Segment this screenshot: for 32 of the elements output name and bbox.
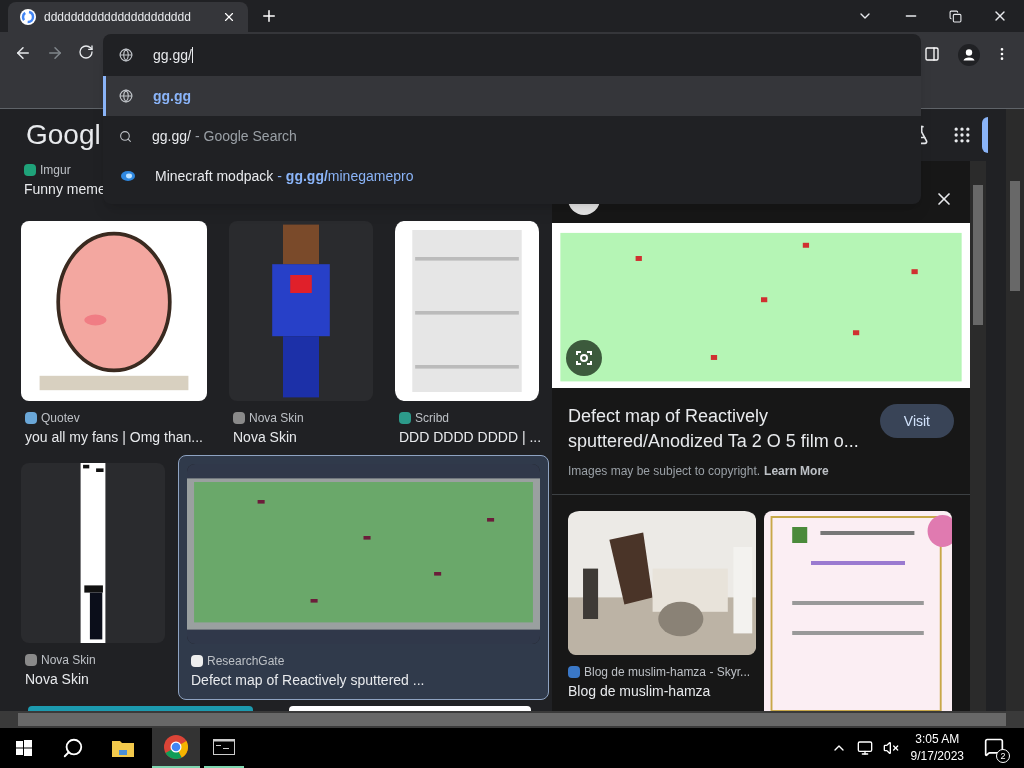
copyright-notice: Images may be subject to copyright.: [568, 463, 761, 480]
suggestion-item[interactable]: Minecraft modpack - gg.gg/minegamepro: [103, 156, 921, 196]
suggestion-text: gg.gg/: [152, 126, 191, 146]
result-title[interactable]: Nova Skin: [21, 669, 165, 690]
result-source: Blog de muslim-hamza - Skyr...: [584, 664, 751, 681]
result-title[interactable]: Nova Skin: [229, 427, 373, 448]
google-logo[interactable]: Googl: [26, 121, 101, 149]
result-source: Scribd: [415, 410, 449, 427]
result-title[interactable]: Blog de muslim-hamza: [568, 681, 756, 702]
suggestion-text: Minecraft modpack: [155, 166, 274, 186]
suggestion-detail: - Google Search: [194, 126, 297, 146]
learn-more-link[interactable]: Learn More: [764, 462, 829, 480]
image-result[interactable]: ResearchGate Defect map of Reactively sputtered ...: [178, 455, 549, 700]
result-title[interactable]: you all my fans | Omg than...: [21, 427, 207, 448]
result-title[interactable]: Defect map of Reactively sputtered ...: [187, 670, 540, 691]
result-source: Quotev: [41, 410, 80, 427]
notification-count: 2: [996, 749, 1010, 763]
result-source: Nova Skin: [249, 410, 304, 427]
result-title[interactable]: DDD DDDD DDDD | ...: [395, 427, 539, 448]
visit-button[interactable]: Visit: [879, 404, 954, 438]
suggestion-item[interactable]: gg.gg/ - Google Search: [103, 116, 921, 156]
result-source: Imgur: [40, 162, 71, 179]
suggestion-item[interactable]: gg.gg: [103, 76, 921, 116]
result-source: ResearchGate: [207, 653, 285, 670]
image-title[interactable]: Defect map of Reactively sputtered/Anodized Ta 2 O 5 film o...: [568, 404, 860, 454]
suggestion-detail: - gg.gg/minegamepro: [277, 166, 414, 186]
address-field[interactable]: gg.gg/: [153, 44, 193, 66]
suggestion-text: gg.gg: [153, 86, 192, 106]
clock[interactable]: 3:05 AM 9/17/2023: [910, 731, 964, 765]
browser-tab[interactable]: dddddddddddddddddddddd: [8, 2, 248, 32]
result-source: Nova Skin: [41, 652, 96, 669]
tab-title: dddddddddddddddddddddd: [44, 9, 192, 26]
